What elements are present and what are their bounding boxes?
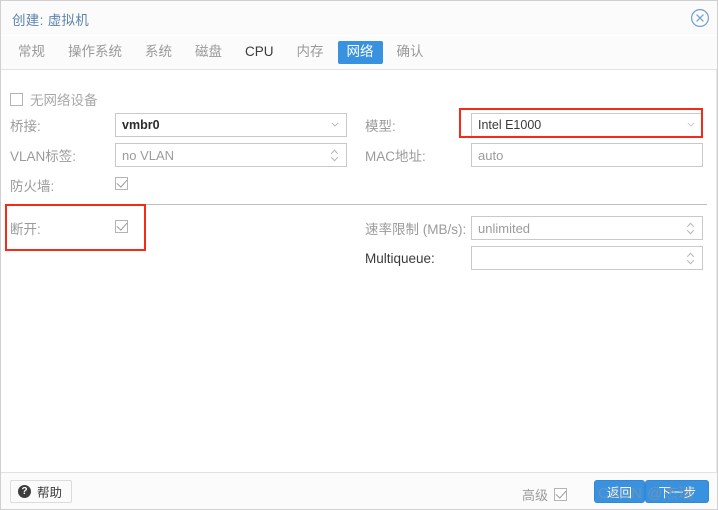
model-label: 模型: [365,119,396,134]
tab-disks[interactable]: 磁盘 [186,41,231,65]
tab-system[interactable]: 系统 [136,41,181,65]
bridge-combobox[interactable]: vmbr0 [115,113,347,137]
tab-memory[interactable]: 内存 [288,41,333,65]
spinner-arrows-icon[interactable] [330,148,339,163]
tab-cpu[interactable]: CPU [236,41,283,65]
spinner-arrows-icon[interactable] [686,221,695,236]
model-combobox[interactable]: Intel E1000 [471,113,703,137]
form-divider [5,204,707,205]
rate-limit-row: 速率限制 (MB/s): [365,216,466,240]
tab-general[interactable]: 常规 [9,41,54,65]
question-mark-icon: ? [18,485,31,498]
network-form-panel: 无网络设备 桥接: vmbr0 VLAN标签: no VLAN 防火墙: 断开:… [1,70,717,472]
dialog-footer: ? 帮助 高级 返回 下一步 [1,472,717,509]
chevron-down-icon [331,122,339,127]
bridge-label: 桥接: [10,119,41,134]
firewall-row: 防火墙: [10,173,54,197]
rate-limit-label: 速率限制 (MB/s): [365,222,467,237]
advanced-checkbox[interactable]: 高级 [522,485,567,504]
rate-limit-placeholder: unlimited [478,220,531,236]
no-network-device-checkbox[interactable]: 无网络设备 [10,89,98,109]
mac-address-row: MAC地址: [365,143,426,167]
checkbox-box [115,220,128,233]
back-button[interactable]: 返回 [593,480,645,503]
spinner-arrows-icon[interactable] [686,251,695,266]
model-row: 模型: [365,113,396,137]
disconnect-label: 断开: [10,222,41,237]
tab-network[interactable]: 网络 [337,40,383,65]
checkbox-box [10,92,23,106]
vlan-tag-input[interactable]: no VLAN [115,143,347,167]
firewall-label: 防火墙: [10,179,55,194]
disconnect-checkbox[interactable] [115,220,128,238]
bridge-value: vmbr0 [122,118,160,132]
vlan-tag-label: VLAN标签: [10,149,77,164]
firewall-checkbox[interactable] [115,177,128,195]
multiqueue-label: Multiqueue: [365,250,435,266]
close-icon[interactable] [690,8,710,28]
mac-address-input[interactable]: auto [471,143,703,167]
mac-address-label: MAC地址: [365,149,426,164]
tab-confirm[interactable]: 确认 [388,41,433,65]
tab-bar: 常规 操作系统 系统 磁盘 CPU 内存 网络 确认 [1,36,717,70]
checkbox-box [554,488,567,501]
page-title: 创建: 虚拟机 [12,13,90,28]
help-button[interactable]: ? 帮助 [10,480,73,503]
advanced-label: 高级 [521,488,548,503]
rate-limit-input[interactable]: unlimited [471,216,703,240]
model-value: Intel E1000 [478,118,542,132]
multiqueue-row: Multiqueue: [365,246,435,270]
checkbox-box [115,177,128,190]
bridge-row: 桥接: [10,113,41,137]
chevron-down-icon [687,122,695,127]
create-vm-dialog: 创建: 虚拟机 常规 操作系统 系统 磁盘 CPU 内存 网络 确认 无网络设备 [0,0,718,510]
no-network-device-label: 无网络设备 [30,93,98,108]
mac-address-placeholder: auto [478,147,504,163]
tab-os[interactable]: 操作系统 [59,41,131,65]
vlan-tag-placeholder: no VLAN [122,147,175,163]
help-label: 帮助 [37,486,63,500]
dialog-titlebar: 创建: 虚拟机 [1,1,717,36]
vlan-tag-row: VLAN标签: [10,143,76,167]
multiqueue-input[interactable] [471,246,703,270]
disconnect-row: 断开: [10,216,41,240]
next-button[interactable]: 下一步 [645,480,709,503]
